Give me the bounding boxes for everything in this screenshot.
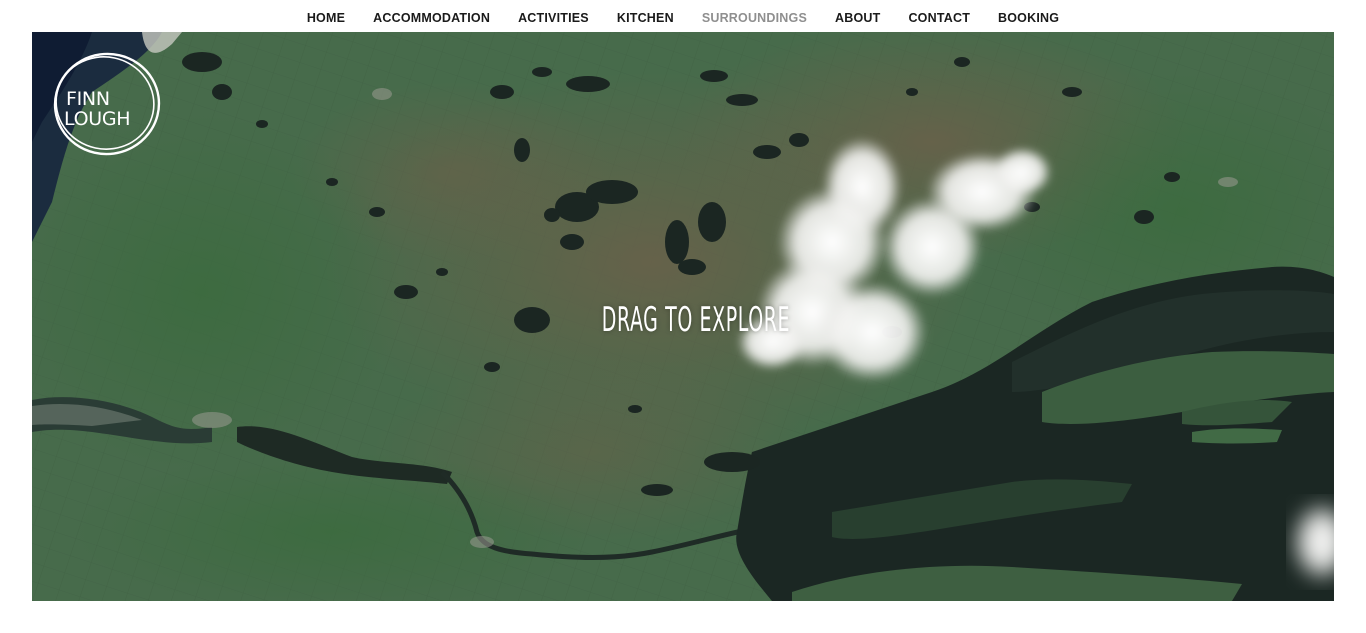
main-navigation: HOME ACCOMMODATION ACTIVITIES KITCHEN SU…: [0, 0, 1366, 34]
nav-item-kitchen[interactable]: KITCHEN: [617, 9, 674, 25]
nav-item-home[interactable]: HOME: [307, 9, 345, 25]
nav-item-accommodation[interactable]: ACCOMMODATION: [373, 9, 490, 25]
logo-line-1: FINN: [66, 88, 110, 110]
nav-item-booking[interactable]: BOOKING: [998, 9, 1059, 25]
finn-lough-logo[interactable]: FINN LOUGH: [47, 48, 167, 160]
nav-item-contact[interactable]: CONTACT: [908, 9, 970, 25]
drag-to-explore-label: DRAG TO EXPLORE: [601, 300, 791, 340]
logo-wordmark: FINN LOUGH: [64, 88, 131, 130]
logo-line-2: LOUGH: [64, 108, 131, 130]
satellite-map[interactable]: FINN LOUGH DRAG TO EXPLORE: [32, 32, 1334, 601]
nav-item-about[interactable]: ABOUT: [835, 9, 880, 25]
nav-item-activities[interactable]: ACTIVITIES: [518, 9, 589, 25]
nav-item-surroundings[interactable]: SURROUNDINGS: [702, 9, 807, 25]
